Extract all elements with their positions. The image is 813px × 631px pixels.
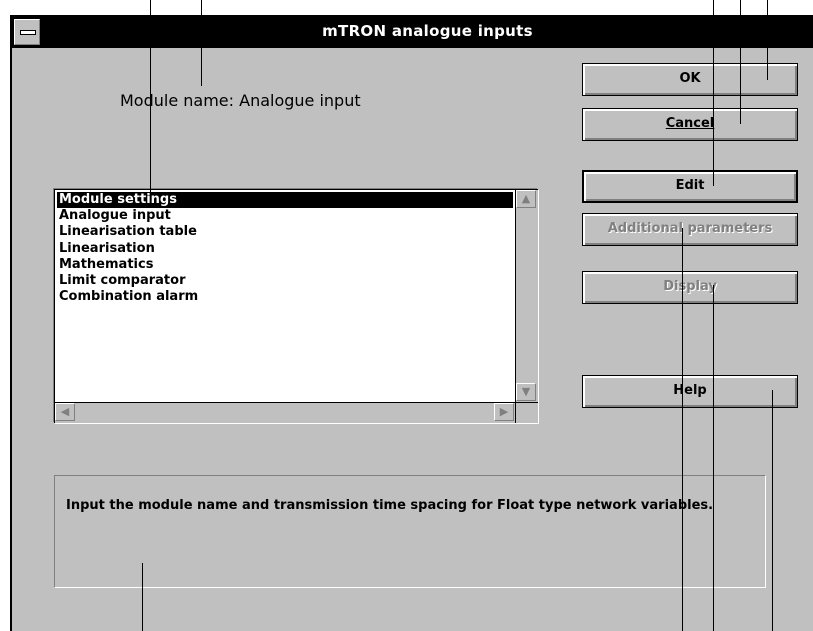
ok-button-label: OK	[679, 71, 701, 86]
list-item-module-settings[interactable]: Module settings	[57, 192, 513, 209]
callout-line-cancel	[740, 0, 741, 124]
display-button-label: Display	[663, 279, 717, 294]
edit-button-label: Edit	[675, 178, 705, 193]
list-item-analogue-input[interactable]: Analogue input	[57, 208, 513, 224]
callout-line-module-name	[201, 0, 202, 86]
callout-line-ok	[767, 0, 768, 80]
scroll-up-arrow-icon[interactable]: ▲	[516, 190, 536, 208]
module-name-label: Module name: Analogue input	[120, 91, 361, 110]
additional-parameters-button-label: Additional parameters	[607, 221, 773, 236]
status-text: Input the module name and transmission t…	[66, 498, 714, 513]
horizontal-scrollbar[interactable]: ◀ ▶	[55, 402, 515, 423]
vertical-scrollbar[interactable]: ▲ ▼	[515, 190, 538, 402]
list-item-linearisation[interactable]: Linearisation	[57, 241, 513, 257]
system-menu-button[interactable]	[14, 19, 40, 45]
display-button[interactable]: Display	[582, 271, 798, 304]
scroll-down-arrow-icon[interactable]: ▼	[516, 383, 536, 401]
edit-button[interactable]: Edit	[582, 170, 798, 203]
dialog-window: mTRON analogue inputs Module name: Analo…	[10, 15, 813, 631]
cancel-button-label: Cancel	[665, 116, 715, 131]
cancel-button[interactable]: Cancel	[582, 108, 798, 141]
list-item-linearisation-table[interactable]: Linearisation table	[57, 224, 513, 240]
module-list-items: Module settings Analogue input Linearisa…	[57, 192, 513, 305]
list-item-limit-comparator[interactable]: Limit comparator	[57, 273, 513, 289]
additional-parameters-button[interactable]: Additional parameters	[582, 213, 798, 246]
callout-line-list	[150, 0, 151, 202]
callout-line-additional	[682, 228, 683, 631]
callout-line-status	[142, 563, 143, 631]
help-button[interactable]: Help	[582, 375, 798, 408]
list-item-combination-alarm[interactable]: Combination alarm	[57, 289, 513, 305]
system-menu-icon	[20, 30, 36, 35]
window-title: mTRON analogue inputs	[322, 22, 533, 40]
scrollbar-corner	[515, 402, 538, 423]
title-bar[interactable]: mTRON analogue inputs	[12, 17, 813, 48]
callout-line-edit	[713, 0, 714, 186]
help-button-label: Help	[673, 383, 707, 398]
callout-line-display	[713, 285, 714, 631]
list-item-mathematics[interactable]: Mathematics	[57, 257, 513, 273]
scroll-left-arrow-icon[interactable]: ◀	[55, 403, 75, 421]
status-panel: Input the module name and transmission t…	[54, 475, 766, 588]
ok-button[interactable]: OK	[582, 63, 798, 96]
scroll-right-arrow-icon[interactable]: ▶	[494, 403, 514, 421]
callout-line-help	[772, 390, 773, 631]
module-list[interactable]: Module settings Analogue input Linearisa…	[54, 189, 538, 423]
